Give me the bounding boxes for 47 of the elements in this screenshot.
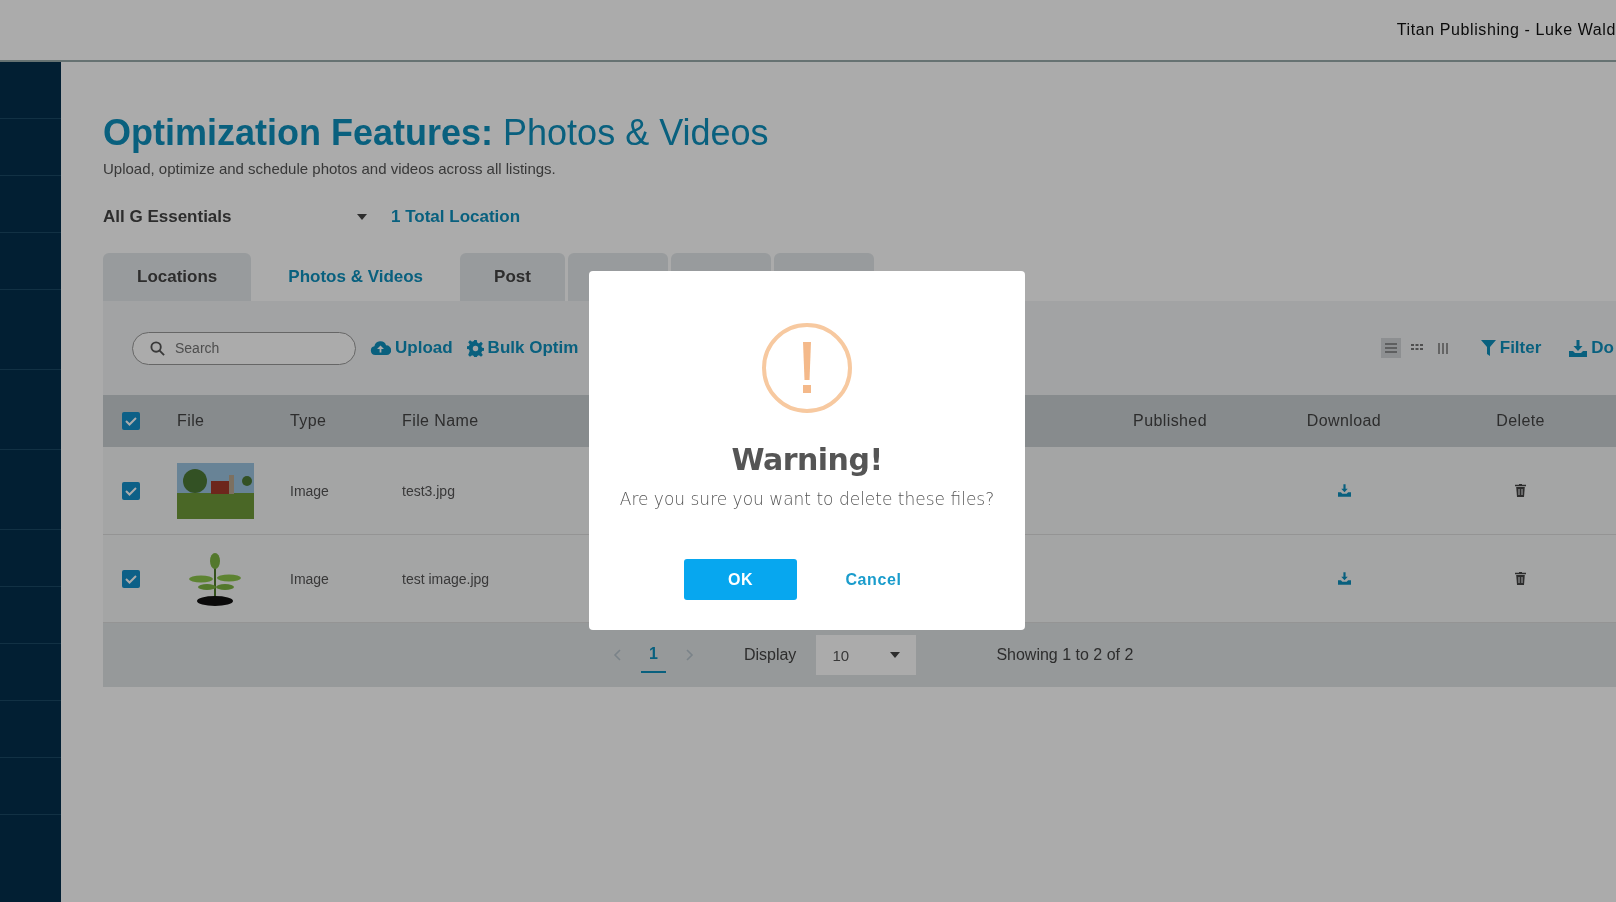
cancel-button[interactable]: Cancel: [817, 559, 930, 600]
funnel-icon: [1480, 340, 1496, 356]
bulk-optimize-button[interactable]: Bulk Optim: [466, 338, 579, 358]
search-icon: [150, 340, 165, 356]
page-title: Optimization Features: Photos & Videos: [103, 112, 770, 154]
gear-icon: [466, 339, 484, 357]
column-header: File Name: [402, 412, 479, 430]
column-header: File: [177, 412, 205, 430]
pagination-summary: Showing 1 to 2 of 2: [996, 646, 1134, 664]
caret-icon: [357, 214, 367, 220]
download-icon[interactable]: [1337, 572, 1351, 585]
column-header: Download: [1306, 412, 1382, 430]
trash-icon[interactable]: [1515, 484, 1526, 497]
display-label: Display: [743, 646, 797, 664]
search-field[interactable]: Search: [132, 331, 356, 365]
checkbox[interactable]: [122, 569, 140, 588]
download-button[interactable]: Do: [1569, 338, 1614, 358]
page-subtitle: Upload, optimize and schedule photos and videos across all listings.: [103, 160, 557, 177]
group-dropdown[interactable]: All G Essentials: [103, 207, 367, 227]
list-view-icon: [1382, 340, 1399, 356]
table-cell: Image: [290, 570, 329, 587]
ok-button[interactable]: OK: [684, 559, 797, 600]
caret-icon: [890, 652, 901, 658]
column-header: Published: [1133, 412, 1207, 430]
download-icon: [1569, 339, 1588, 357]
upload-button[interactable]: Upload: [370, 338, 453, 358]
filter-button[interactable]: Filter: [1480, 338, 1542, 358]
checkbox[interactable]: [122, 481, 140, 500]
column-header: Type: [290, 412, 327, 430]
dialog-message: Are you sure you want to delete these files?: [619, 489, 995, 509]
table-cell: test3.jpg: [402, 482, 455, 499]
checkbox[interactable]: [122, 412, 140, 430]
trash-icon[interactable]: [1515, 572, 1526, 585]
tab[interactable]: Post: [460, 253, 565, 301]
exclamation-icon: [761, 322, 853, 414]
view-mode-toggle[interactable]: [1380, 338, 1401, 358]
download-icon[interactable]: [1337, 484, 1351, 497]
tab[interactable]: Locations: [103, 253, 252, 301]
location-count-link[interactable]: 1 Total Location: [391, 207, 521, 227]
page-number[interactable]: 1: [641, 637, 666, 673]
table-cell: test image.jpg: [402, 570, 490, 587]
cloud-upload-icon: [370, 340, 391, 356]
account-name: Titan Publishing - Luke Wald: [1396, 21, 1616, 39]
dialog-title: Warning!: [731, 442, 883, 477]
table-cell: Image: [290, 482, 329, 499]
column-header: Delete: [1496, 412, 1545, 430]
page-size-dropdown[interactable]: 10: [816, 635, 917, 675]
